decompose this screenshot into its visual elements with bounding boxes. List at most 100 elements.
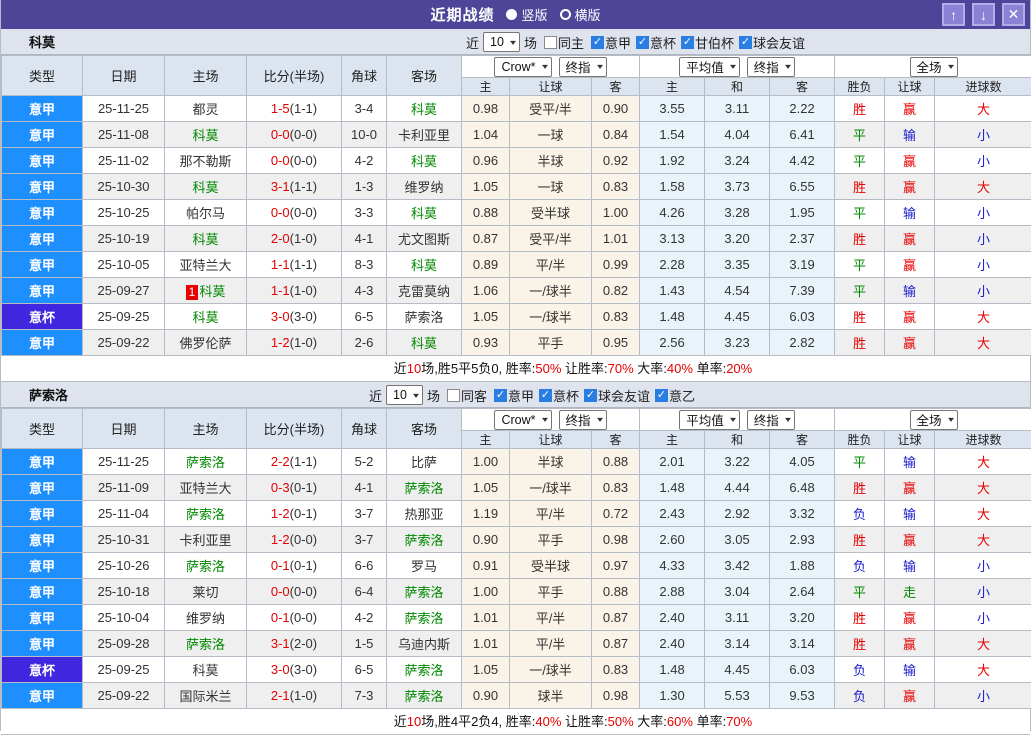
eu-draw-odds-cell: 3.20 [705, 226, 770, 252]
result-cell: 平 [835, 122, 885, 148]
result-cell: 胜 [835, 304, 885, 330]
ah-home-odds-cell: 0.90 [462, 527, 510, 553]
handicap-line-cell: 平/半 [510, 252, 592, 278]
fulltime-score: 1-2 [271, 335, 290, 350]
ah-home-odds-cell: 0.91 [462, 553, 510, 579]
corner-cell: 8-3 [342, 252, 387, 278]
handicap-result-cell: 输 [885, 501, 935, 527]
home-team-cell: 都灵 [165, 96, 247, 122]
league-checkbox[interactable]: ✓ 意甲 [494, 386, 534, 405]
eu-draw-odds-cell: 3.28 [705, 200, 770, 226]
score-cell: 3-1(2-0) [247, 631, 342, 657]
league-checkbox[interactable]: ✓ 意乙 [655, 386, 695, 405]
date-cell: 25-10-18 [83, 579, 165, 605]
ah-home-odds-cell: 1.00 [462, 449, 510, 475]
league-checkbox[interactable]: ✓ 意甲 [591, 33, 631, 52]
summary-segment: 单率: [693, 361, 726, 376]
match-scope-select[interactable]: 全场▾ [910, 410, 958, 430]
goals-result-cell: 大 [935, 475, 1031, 501]
league-checkbox[interactable]: ✓ 甘伯杯 [681, 33, 734, 52]
vertical-layout-radio[interactable]: 竖版 [506, 5, 547, 24]
result-cell: 胜 [835, 605, 885, 631]
summary-segment: 40% [667, 361, 693, 376]
final-odds-select-2[interactable]: 终指▾ [747, 410, 795, 430]
recent-count-select[interactable]: 10▾ [483, 32, 520, 52]
goals-result-cell: 小 [935, 200, 1031, 226]
corner-cell: 6-4 [342, 579, 387, 605]
final-odds-select[interactable]: 终指▾ [559, 57, 607, 77]
recent-count-select[interactable]: 10▾ [386, 385, 423, 405]
same-home-checkbox[interactable]: 同主 [544, 33, 584, 52]
scroll-down-button[interactable]: ↓ [972, 3, 995, 26]
away-team-cell: 乌迪内斯 [387, 631, 462, 657]
league-type-cell: 意杯 [2, 304, 83, 330]
checkbox-checked-icon: ✓ [591, 36, 604, 49]
home-team-cell: 萨索洛 [165, 631, 247, 657]
handicap-result-cell: 输 [885, 278, 935, 304]
checkbox-checked-icon: ✓ [655, 389, 668, 402]
halftime-score: (2-0) [290, 636, 317, 651]
result-cell: 胜 [835, 527, 885, 553]
final-odds-select-2[interactable]: 终指▾ [747, 57, 795, 77]
team-name: 科莫 [1, 32, 55, 51]
date-cell: 25-11-08 [83, 122, 165, 148]
horizontal-layout-radio[interactable]: 横版 [560, 5, 601, 24]
league-checkbox[interactable]: ✓ 球会友谊 [584, 386, 650, 405]
score-cell: 1-1(1-0) [247, 278, 342, 304]
close-button[interactable]: ✕ [1002, 3, 1025, 26]
league-checkbox[interactable]: ✓ 意杯 [539, 386, 579, 405]
col-header-r-handicap: 让球 [885, 431, 935, 449]
same-away-checkbox[interactable]: 同客 [447, 386, 487, 405]
eu-away-odds-cell: 3.32 [770, 501, 835, 527]
ah-home-odds-cell: 1.05 [462, 657, 510, 683]
halftime-score: (3-0) [290, 309, 317, 324]
score-cell: 2-1(1-0) [247, 683, 342, 709]
bookmaker-select[interactable]: Crow*▾ [494, 410, 551, 430]
league-checkbox[interactable]: ✓ 意杯 [636, 33, 676, 52]
eu-away-odds-cell: 6.03 [770, 304, 835, 330]
score-cell: 1-5(1-1) [247, 96, 342, 122]
average-odds-select[interactable]: 平均值▾ [679, 57, 740, 77]
ah-home-odds-cell: 1.01 [462, 631, 510, 657]
home-team-name: 亚特兰大 [179, 258, 231, 273]
match-scope-select[interactable]: 全场▾ [910, 57, 958, 77]
ah-home-odds-cell: 0.96 [462, 148, 510, 174]
handicap-result-cell: 输 [885, 200, 935, 226]
eu-home-odds-cell: 1.48 [640, 304, 705, 330]
fulltime-score: 0-0 [271, 584, 290, 599]
corner-cell: 10-0 [342, 122, 387, 148]
match-row: 意甲 25-11-04 萨索洛 1-2(0-1) 3-7 热那亚 1.19 平/… [2, 501, 1031, 527]
bookmaker-select[interactable]: Crow*▾ [494, 57, 551, 77]
match-row: 意甲 25-11-08 科莫 0-0(0-0) 10-0 卡利亚里 1.04 一… [2, 122, 1031, 148]
average-odds-select[interactable]: 平均值▾ [679, 410, 740, 430]
eu-home-odds-cell: 2.56 [640, 330, 705, 356]
away-team-name: 萨索洛 [404, 663, 443, 678]
goals-result-cell: 大 [935, 174, 1031, 200]
handicap-group-header: Crow*▾ 终指▾ [462, 409, 640, 431]
goals-result-cell: 小 [935, 148, 1031, 174]
eu-home-odds-cell: 2.60 [640, 527, 705, 553]
date-cell: 25-10-25 [83, 200, 165, 226]
final-odds-select[interactable]: 终指▾ [559, 410, 607, 430]
league-checkbox[interactable]: ✓ 球会友谊 [739, 33, 805, 52]
scroll-up-button[interactable]: ↑ [942, 3, 965, 26]
home-team-cell: 萨索洛 [165, 501, 247, 527]
result-cell: 胜 [835, 475, 885, 501]
handicap-line-cell: 平/半 [510, 605, 592, 631]
away-team-cell: 科莫 [387, 96, 462, 122]
eu-draw-odds-cell: 4.04 [705, 122, 770, 148]
score-cell: 0-0(0-0) [247, 200, 342, 226]
away-team-name: 尤文图斯 [398, 232, 450, 247]
col-header-ah-line: 让球 [510, 78, 592, 96]
away-team-cell: 萨索洛 [387, 527, 462, 553]
handicap-line-cell: 一/球半 [510, 475, 592, 501]
col-header-result: 胜负 [835, 78, 885, 96]
eu-away-odds-cell: 3.20 [770, 605, 835, 631]
corner-cell: 4-2 [342, 605, 387, 631]
section-header: 科莫 近 10▾ 场 同主 ✓ 意甲 [1, 29, 1030, 55]
handicap-line-cell: 半球 [510, 449, 592, 475]
eu-away-odds-cell: 2.82 [770, 330, 835, 356]
goals-result-cell: 小 [935, 252, 1031, 278]
home-team-name: 科莫 [192, 310, 218, 325]
date-cell: 25-11-25 [83, 449, 165, 475]
